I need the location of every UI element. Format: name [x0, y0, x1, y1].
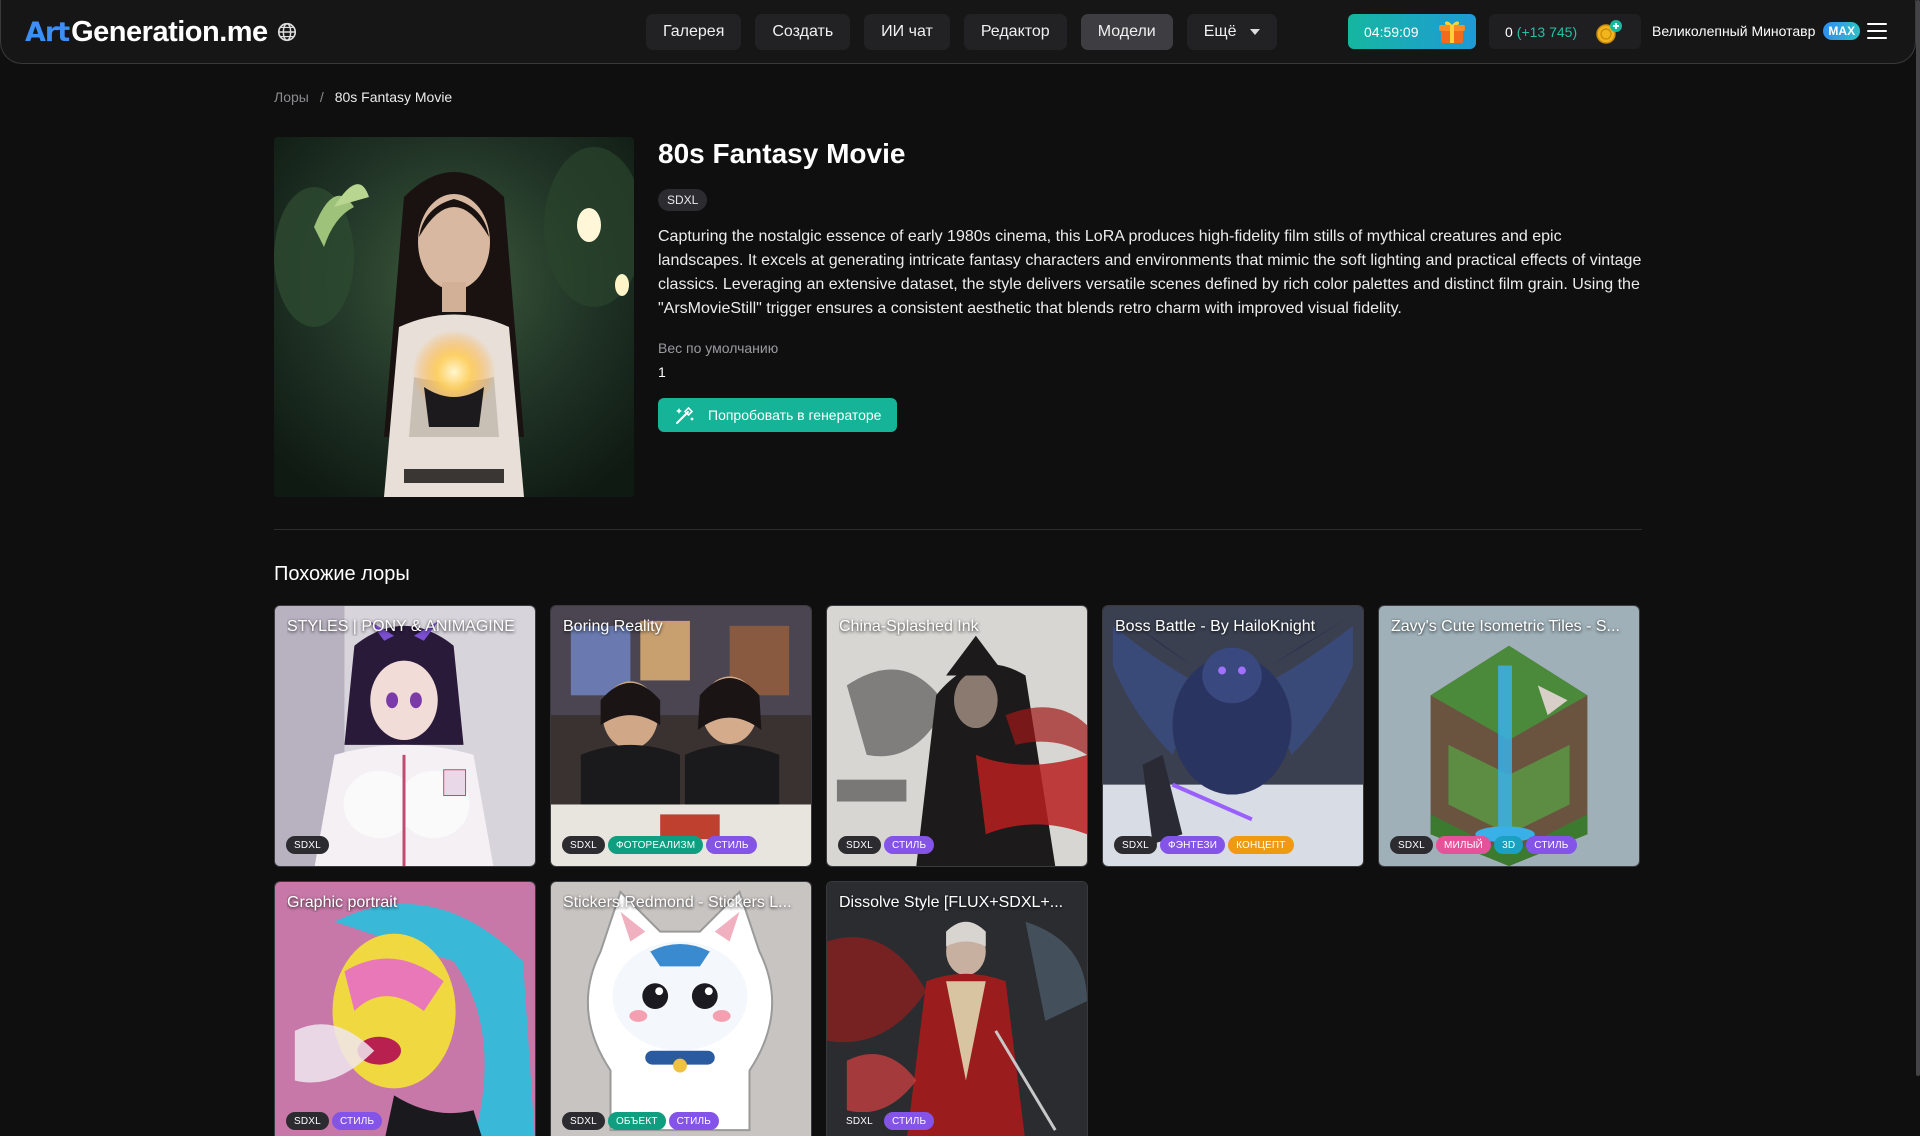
tag-style: СТИЛЬ: [706, 836, 757, 854]
lora-card-china-splashed-ink[interactable]: China-Splashed Ink SDXL СТИЛЬ: [826, 605, 1088, 867]
main-nav: Галерея Создать ИИ чат Редактор Модели Е…: [646, 14, 1278, 50]
nav-create[interactable]: Создать: [755, 14, 851, 50]
logo-art-mark: Art: [25, 16, 70, 48]
coin-value: 0: [1505, 23, 1513, 40]
card-tags: SDXL СТИЛЬ: [838, 1112, 935, 1130]
lora-card-styles-pony[interactable]: STYLES | PONY & ANIMAGINE SDXL: [274, 605, 536, 867]
nav-models-label: Модели: [1097, 23, 1156, 40]
card-title: Zavy's Cute Isometric Tiles - S...: [1391, 618, 1620, 635]
card-tags: SDXL: [286, 836, 329, 854]
try-in-generator-button[interactable]: Попробовать в генераторе: [658, 398, 897, 432]
nav-more-dropdown[interactable]: Ещё: [1186, 14, 1278, 50]
lora-description: Capturing the nostalgic essence of early…: [658, 228, 1642, 317]
coin-bonus: (+13 745): [1516, 23, 1578, 40]
default-weight-label: Вес по умолчанию: [658, 340, 779, 356]
breadcrumb-loras-link[interactable]: Лоры: [274, 89, 309, 105]
hamburger-menu-icon[interactable]: [1867, 23, 1887, 39]
lora-title: 80s Fantasy Movie: [658, 138, 906, 169]
plan-badge: MAX: [1823, 22, 1861, 40]
tag-base: SDXL: [562, 836, 605, 854]
similar-loras-heading: Похожие лоры: [274, 563, 410, 585]
promo-timer-button[interactable]: 04:59:09: [1348, 14, 1476, 49]
nav-ai-chat[interactable]: ИИ чат: [864, 14, 950, 50]
tag-base: SDXL: [286, 836, 329, 854]
card-tags: SDXL ФЭНТЕЗИ КОНЦЕПТ: [1114, 836, 1294, 854]
breadcrumb-current: 80s Fantasy Movie: [334, 89, 453, 105]
tag-3d: 3D: [1494, 836, 1524, 854]
lora-card-boring-reality[interactable]: Boring Reality SDXL ФОТОРЕАЛИЗМ СТИЛЬ: [550, 605, 812, 867]
card-tags: SDXL ФОТОРЕАЛИЗМ СТИЛЬ: [562, 836, 757, 854]
tag-base: SDXL: [838, 1112, 881, 1130]
tag-object: ОБЪЕКТ: [607, 1112, 666, 1130]
breadcrumb: Лоры / 80s Fantasy Movie: [274, 89, 452, 105]
card-title: Boss Battle - By HailoKnight: [1115, 618, 1316, 635]
lora-card-dissolve-style[interactable]: Dissolve Style [FLUX+SDXL+... SDXL СТИЛЬ: [826, 881, 1088, 1136]
tag-cute: МИЛЫЙ: [1435, 836, 1492, 854]
try-button-label: Попробовать в генераторе: [708, 407, 882, 423]
breadcrumb-separator: /: [319, 89, 324, 105]
timer-value: 04:59:09: [1364, 23, 1419, 40]
card-image: [275, 606, 535, 866]
coin-icon: [1596, 20, 1622, 44]
gift-icon: [1439, 21, 1465, 43]
tag-style: СТИЛЬ: [883, 836, 935, 854]
card-image: [827, 882, 1087, 1136]
nav-ai-chat-label: ИИ чат: [881, 23, 933, 40]
nav-editor-label: Редактор: [980, 23, 1050, 40]
tag-base: SDXL: [562, 1112, 605, 1130]
section-divider: [274, 529, 1642, 530]
lora-card-boss-battle[interactable]: Boss Battle - By HailoKnight SDXL ФЭНТЕЗ…: [1102, 605, 1364, 867]
magic-wand-icon: [676, 406, 694, 424]
lora-preview-image[interactable]: [274, 137, 634, 497]
card-title: Boring Reality: [563, 618, 663, 635]
card-title: Stickers.Redmond - Stickers L...: [563, 894, 792, 911]
base-model-badge: SDXL: [658, 189, 708, 211]
nav-gallery-label: Галерея: [663, 23, 725, 40]
nav-gallery[interactable]: Галерея: [646, 14, 742, 50]
lora-card-stickers-redmond[interactable]: Stickers.Redmond - Stickers L... SDXL ОБ…: [550, 881, 812, 1136]
tag-concept: КОНЦЕПТ: [1228, 836, 1294, 854]
logo-text: Generation.me: [71, 15, 268, 48]
lora-card-graphic-portrait[interactable]: Graphic portrait SDXL СТИЛЬ: [274, 881, 536, 1136]
site-logo[interactable]: Art Generation.me: [25, 14, 298, 50]
card-image: [1379, 606, 1639, 866]
card-image: [551, 882, 811, 1136]
user-profile[interactable]: Великолепный Минотавр MAX: [1652, 22, 1861, 40]
card-tags: SDXL СТИЛЬ: [838, 836, 935, 854]
default-weight-value: 1: [658, 364, 666, 380]
coin-balance[interactable]: 0 (+13 745): [1489, 14, 1641, 49]
card-title: China-Splashed Ink: [839, 618, 979, 635]
chevron-down-icon: [1250, 29, 1261, 35]
tag-base: SDXL: [286, 1112, 329, 1130]
tag-style: СТИЛЬ: [883, 1112, 935, 1130]
tag-base: SDXL: [1390, 836, 1433, 854]
globe-icon[interactable]: [276, 21, 298, 43]
user-name: Великолепный Минотавр: [1652, 23, 1816, 39]
nav-create-label: Создать: [772, 23, 834, 40]
card-image: [1103, 606, 1363, 866]
card-title: STYLES | PONY & ANIMAGINE: [287, 618, 515, 635]
lora-card-zavy-isometric[interactable]: Zavy's Cute Isometric Tiles - S... SDXL …: [1378, 605, 1640, 867]
tag-style: СТИЛЬ: [668, 1112, 719, 1130]
nav-editor[interactable]: Редактор: [963, 14, 1067, 50]
tag-photorealism: ФОТОРЕАЛИЗМ: [607, 836, 704, 854]
card-tags: SDXL МИЛЫЙ 3D СТИЛЬ: [1390, 836, 1577, 854]
nav-more-label: Ещё: [1203, 23, 1237, 40]
top-header: Art Generation.me Галерея Создать ИИ чат…: [0, 0, 1916, 64]
card-title: Dissolve Style [FLUX+SDXL+...: [839, 894, 1064, 911]
card-title: Graphic portrait: [287, 894, 398, 911]
nav-models[interactable]: Модели: [1080, 14, 1173, 50]
tag-base: SDXL: [838, 836, 881, 854]
card-tags: SDXL ОБЪЕКТ СТИЛЬ: [562, 1112, 719, 1130]
card-tags: SDXL СТИЛЬ: [286, 1112, 383, 1130]
card-image: [551, 606, 811, 866]
tag-style: СТИЛЬ: [331, 1112, 383, 1130]
page-scrollbar[interactable]: [1916, 0, 1920, 1076]
tag-base: SDXL: [1114, 836, 1157, 854]
tag-style: СТИЛЬ: [1526, 836, 1577, 854]
card-image: [275, 882, 535, 1136]
card-image: [827, 606, 1087, 866]
tag-fantasy: ФЭНТЕЗИ: [1159, 836, 1226, 854]
